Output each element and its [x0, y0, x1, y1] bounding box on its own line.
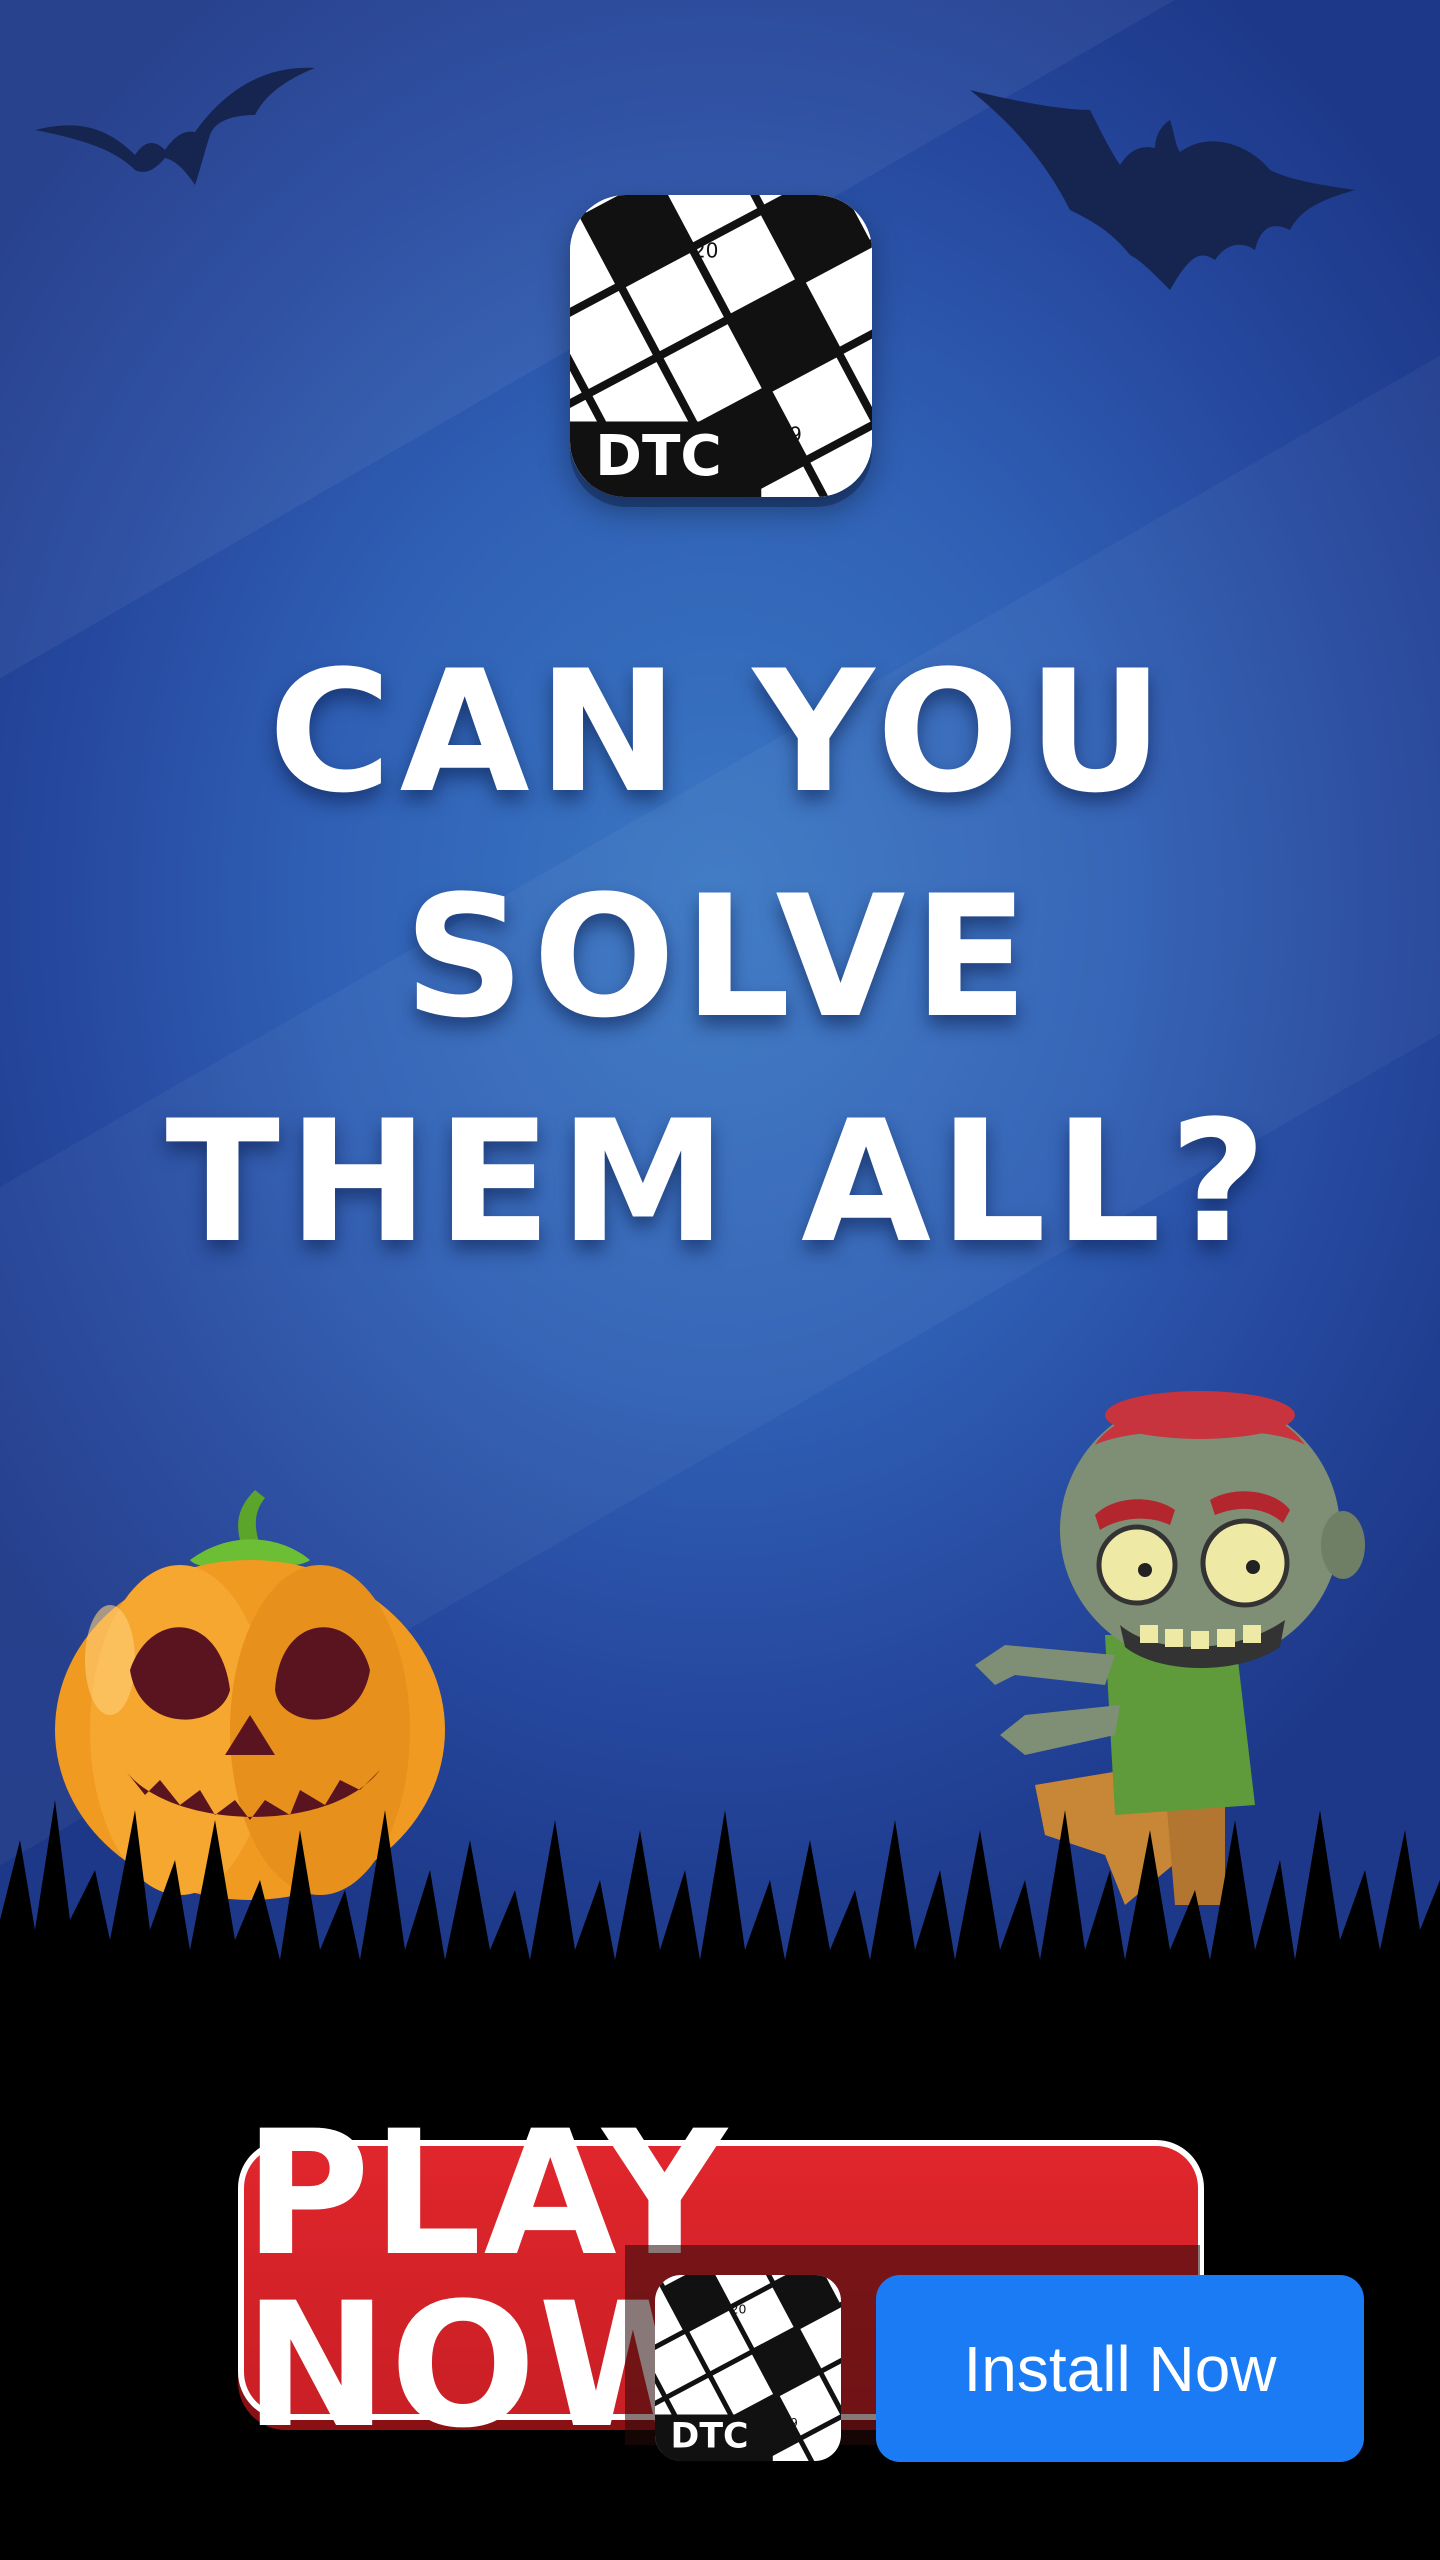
ad-stage[interactable]: DTC 20 29 CAN YOU SOLVE THEM ALL? PLAY N…	[0, 0, 1440, 2560]
clue-number: 29	[776, 423, 802, 447]
headline-line-2: SOLVE	[403, 859, 1037, 1055]
app-icon-brand: DTC	[595, 424, 722, 489]
clue-number: 20	[693, 238, 719, 262]
clue-number: 29	[782, 2415, 798, 2430]
headline-line-1: CAN YOU	[268, 634, 1172, 830]
crossword-app-icon[interactable]: DTC 20 29	[570, 195, 872, 497]
mini-icon-brand: DTC	[671, 2416, 749, 2456]
crossword-app-icon-small[interactable]: DTC 20 29	[655, 2275, 841, 2461]
headline: CAN YOU SOLVE THEM ALL?	[0, 620, 1440, 1295]
clue-number: 20	[731, 2301, 747, 2316]
headline-line-3: THEM ALL?	[165, 1084, 1275, 1280]
install-now-button[interactable]: Install Now	[876, 2275, 1364, 2462]
bat-icon	[35, 67, 315, 185]
bat-icon	[970, 90, 1355, 290]
